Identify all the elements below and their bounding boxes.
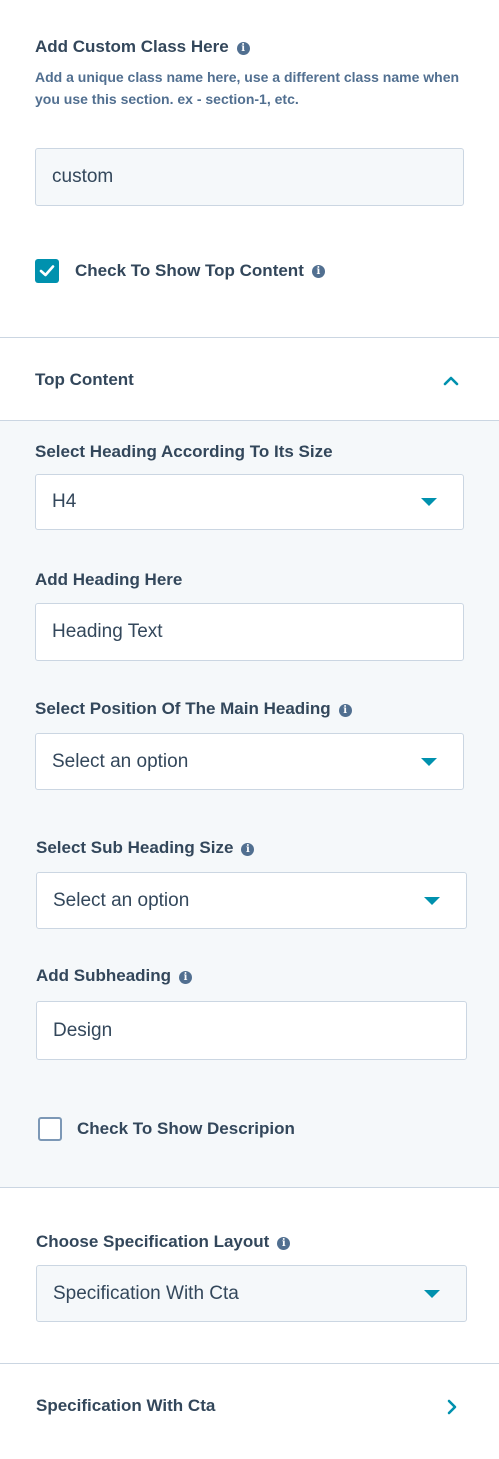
caret-down-icon xyxy=(424,1289,440,1298)
info-icon[interactable]: i xyxy=(277,1237,291,1250)
show-top-content-checkbox[interactable]: Check To Show Top Content i xyxy=(35,259,325,283)
show-description-checkbox[interactable]: Check To Show Descripion xyxy=(38,1117,295,1141)
checkmark-icon xyxy=(39,265,55,277)
subheading-label: Add Subheading i xyxy=(36,966,193,986)
sub-heading-size-value: Select an option xyxy=(53,889,190,911)
subheading-value: Design xyxy=(53,1019,113,1041)
spec-section-header[interactable]: Specification With Cta xyxy=(0,1364,499,1449)
info-icon[interactable]: i xyxy=(241,843,255,856)
divider xyxy=(0,1187,499,1188)
top-content-title: Top Content xyxy=(35,370,134,389)
info-icon[interactable]: i xyxy=(311,264,325,278)
heading-position-select[interactable]: Select an option xyxy=(35,733,464,790)
spec-layout-label: Choose Specification Layout i xyxy=(36,1232,291,1252)
spec-layout-value: Specification With Cta xyxy=(53,1282,239,1304)
custom-class-help: Add a unique class name here, use a diff… xyxy=(35,69,460,107)
heading-size-value: H4 xyxy=(52,491,77,512)
top-content-section-header[interactable]: Top Content xyxy=(0,338,499,420)
heading-text-label: Add Heading Here xyxy=(35,570,183,589)
chevron-right-icon[interactable] xyxy=(446,1399,458,1415)
spec-section-title: Specification With Cta xyxy=(36,1396,216,1415)
info-icon[interactable]: i xyxy=(236,42,250,55)
heading-size-label: Select Heading According To Its Size xyxy=(35,442,333,461)
show-top-content-label: Check To Show Top Content xyxy=(75,261,304,280)
heading-position-label: Select Position Of The Main Heading i xyxy=(35,699,352,719)
custom-class-input[interactable]: custom xyxy=(35,148,464,206)
checkbox-unchecked[interactable] xyxy=(38,1117,62,1141)
show-description-label: Check To Show Descripion xyxy=(77,1119,295,1138)
custom-class-value: custom xyxy=(52,166,114,187)
sub-heading-size-select[interactable]: Select an option xyxy=(36,872,467,929)
caret-down-icon xyxy=(421,757,437,766)
subheading-input[interactable]: Design xyxy=(36,1001,467,1060)
top-content-panel xyxy=(0,421,499,1187)
spec-layout-select[interactable]: Specification With Cta xyxy=(36,1265,467,1322)
checkbox-checked[interactable] xyxy=(35,259,59,283)
caret-down-icon xyxy=(424,896,440,905)
info-icon[interactable]: i xyxy=(338,704,352,717)
caret-down-icon xyxy=(421,498,437,506)
sub-heading-size-label: Select Sub Heading Size i xyxy=(36,838,255,858)
chevron-up-icon[interactable] xyxy=(443,375,459,387)
heading-text-input[interactable]: Heading Text xyxy=(35,603,464,661)
heading-position-value: Select an option xyxy=(52,750,189,772)
custom-class-label: Add Custom Class Here i xyxy=(35,37,250,57)
heading-text-value: Heading Text xyxy=(52,621,163,642)
heading-size-select[interactable]: H4 xyxy=(35,474,464,530)
info-icon[interactable]: i xyxy=(179,971,193,984)
